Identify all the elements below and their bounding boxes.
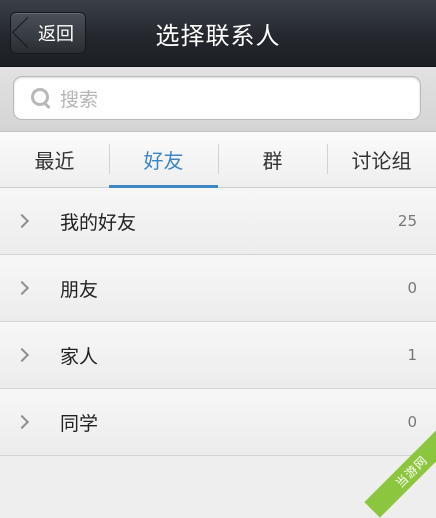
group-item-family[interactable]: 家人 1 [0,322,436,389]
chevron-right-icon [14,213,30,229]
group-name: 家人 [60,345,99,368]
tab-friends[interactable]: 好友 [109,132,218,188]
group-name: 朋友 [60,278,99,301]
group-count: 0 [407,413,417,431]
tab-discussion-groups[interactable]: 讨论组 [327,132,436,187]
search-placeholder: 搜索 [60,88,99,111]
chevron-right-icon [14,347,30,363]
group-count: 1 [407,346,417,364]
tab-groups[interactable]: 群 [218,132,327,187]
group-item-my-friends[interactable]: 我的好友 25 [0,188,436,255]
chevron-right-icon [14,414,30,430]
group-name: 我的好友 [60,211,137,234]
tab-bar: 最近 好友 群 讨论组 [0,132,436,188]
page-title: 选择联系人 [155,21,281,50]
chevron-right-icon [14,280,30,296]
title-bar: 返回 选择联系人 [0,0,436,67]
group-name: 同学 [60,412,99,435]
group-count: 0 [407,279,417,297]
tab-recent[interactable]: 最近 [0,132,109,187]
group-item-friends[interactable]: 朋友 0 [0,255,436,322]
friend-group-list: 我的好友 25 朋友 0 家人 1 同学 0 [0,188,436,456]
search-bar: 搜索 [0,67,436,132]
group-item-classmates[interactable]: 同学 0 [0,389,436,456]
search-input[interactable]: 搜索 [13,76,421,120]
group-count: 25 [397,212,417,230]
search-icon [30,87,52,110]
